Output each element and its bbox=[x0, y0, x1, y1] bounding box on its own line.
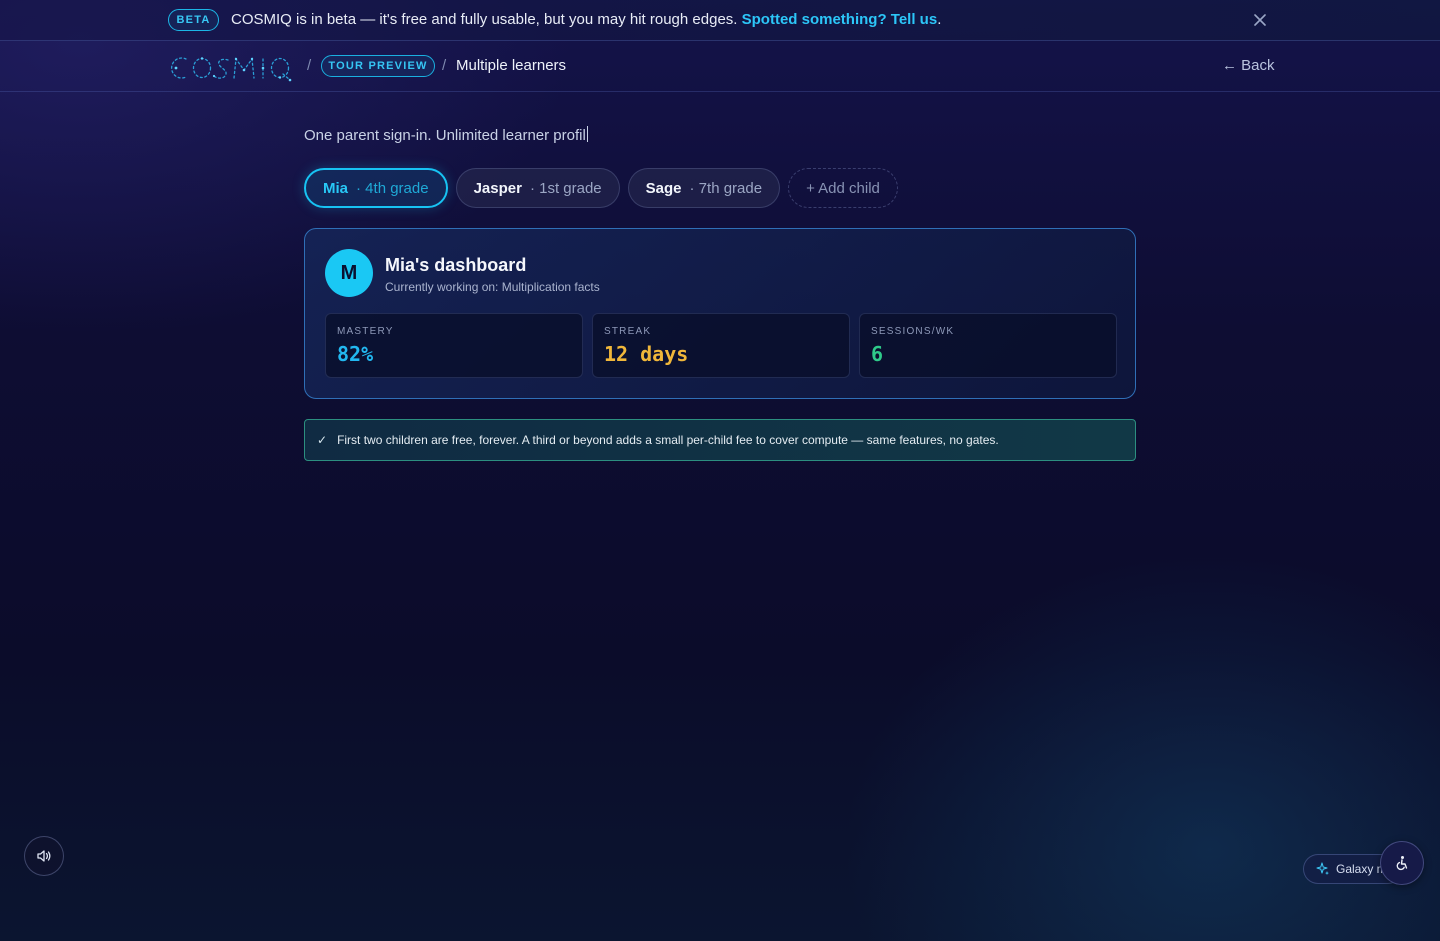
stat-value: 6 bbox=[871, 342, 884, 366]
learner-tab-mia[interactable]: Mia · 4th grade bbox=[304, 168, 448, 208]
learner-grade: · 7th grade bbox=[689, 179, 763, 197]
stat-value: 82% bbox=[337, 342, 374, 366]
notice-text: First two children are free, forever. A … bbox=[337, 433, 999, 447]
beta-banner: BETA COSMIQ is in beta — it's free and f… bbox=[0, 0, 1440, 41]
learner-grade: · 4th grade bbox=[356, 179, 429, 197]
speaker-icon bbox=[37, 850, 51, 862]
lead-typed-text: One parent sign-in. Unlimited learner pr… bbox=[304, 127, 586, 144]
stat-label: MASTERY bbox=[337, 326, 394, 337]
breadcrumb-separator: / bbox=[442, 57, 447, 74]
feedback-link[interactable]: Spotted something? Tell us bbox=[742, 11, 938, 28]
banner-message-text: COSMIQ is in beta — it's free and fully … bbox=[231, 11, 742, 28]
close-icon[interactable] bbox=[1250, 10, 1270, 30]
breadcrumb-separator: / bbox=[307, 57, 312, 74]
add-child-button[interactable]: + Add child bbox=[788, 168, 898, 208]
banner-suffix: . bbox=[937, 11, 942, 28]
beta-badge: BETA bbox=[168, 9, 219, 31]
stat-value: 12 days bbox=[604, 342, 689, 366]
learner-tabs: Mia · 4th grade Jasper · 1st grade Sage … bbox=[304, 168, 898, 208]
stat-label: STREAK bbox=[604, 326, 652, 337]
stats-row: MASTERY 82% STREAK 12 days SESSIONS/WK 6 bbox=[325, 313, 1117, 378]
dashboard-subtitle: Currently working on: Multiplication fac… bbox=[385, 280, 600, 294]
stat-streak: STREAK 12 days bbox=[592, 313, 850, 378]
cosmiq-logo[interactable] bbox=[166, 50, 294, 84]
accessibility-button[interactable] bbox=[1380, 841, 1424, 885]
tour-preview-badge: TOUR PREVIEW bbox=[321, 55, 435, 77]
back-link[interactable]: ← Back bbox=[1222, 57, 1275, 74]
learner-tab-sage[interactable]: Sage · 7th grade bbox=[627, 168, 781, 208]
banner-message: COSMIQ is in beta — it's free and fully … bbox=[231, 11, 941, 28]
check-icon: ✓ bbox=[317, 433, 328, 447]
avatar: M bbox=[325, 249, 373, 297]
stat-sessions: SESSIONS/WK 6 bbox=[859, 313, 1117, 378]
sound-toggle-button[interactable] bbox=[24, 836, 64, 876]
pricing-notice: ✓ First two children are free, forever. … bbox=[304, 419, 1136, 461]
sparkle-icon bbox=[1316, 862, 1329, 875]
stat-mastery: MASTERY 82% bbox=[325, 313, 583, 378]
lead-text: One parent sign-in. Unlimited learner pr… bbox=[304, 126, 588, 144]
dashboard-title: Mia's dashboard bbox=[385, 255, 527, 275]
accessibility-icon bbox=[1396, 856, 1408, 871]
learner-name: Sage bbox=[645, 179, 682, 197]
learner-dashboard-card: M Mia's dashboard Currently working on: … bbox=[304, 228, 1136, 399]
top-navbar: / TOUR PREVIEW / Multiple learners ← Bac… bbox=[0, 41, 1440, 92]
typing-caret bbox=[586, 126, 588, 142]
breadcrumb-current: Multiple learners bbox=[456, 57, 567, 74]
learner-name: Mia bbox=[323, 179, 349, 197]
learner-grade: · 1st grade bbox=[529, 179, 602, 197]
learner-tab-jasper[interactable]: Jasper · 1st grade bbox=[455, 168, 620, 208]
stat-label: SESSIONS/WK bbox=[871, 326, 955, 337]
learner-name: Jasper bbox=[473, 179, 522, 197]
